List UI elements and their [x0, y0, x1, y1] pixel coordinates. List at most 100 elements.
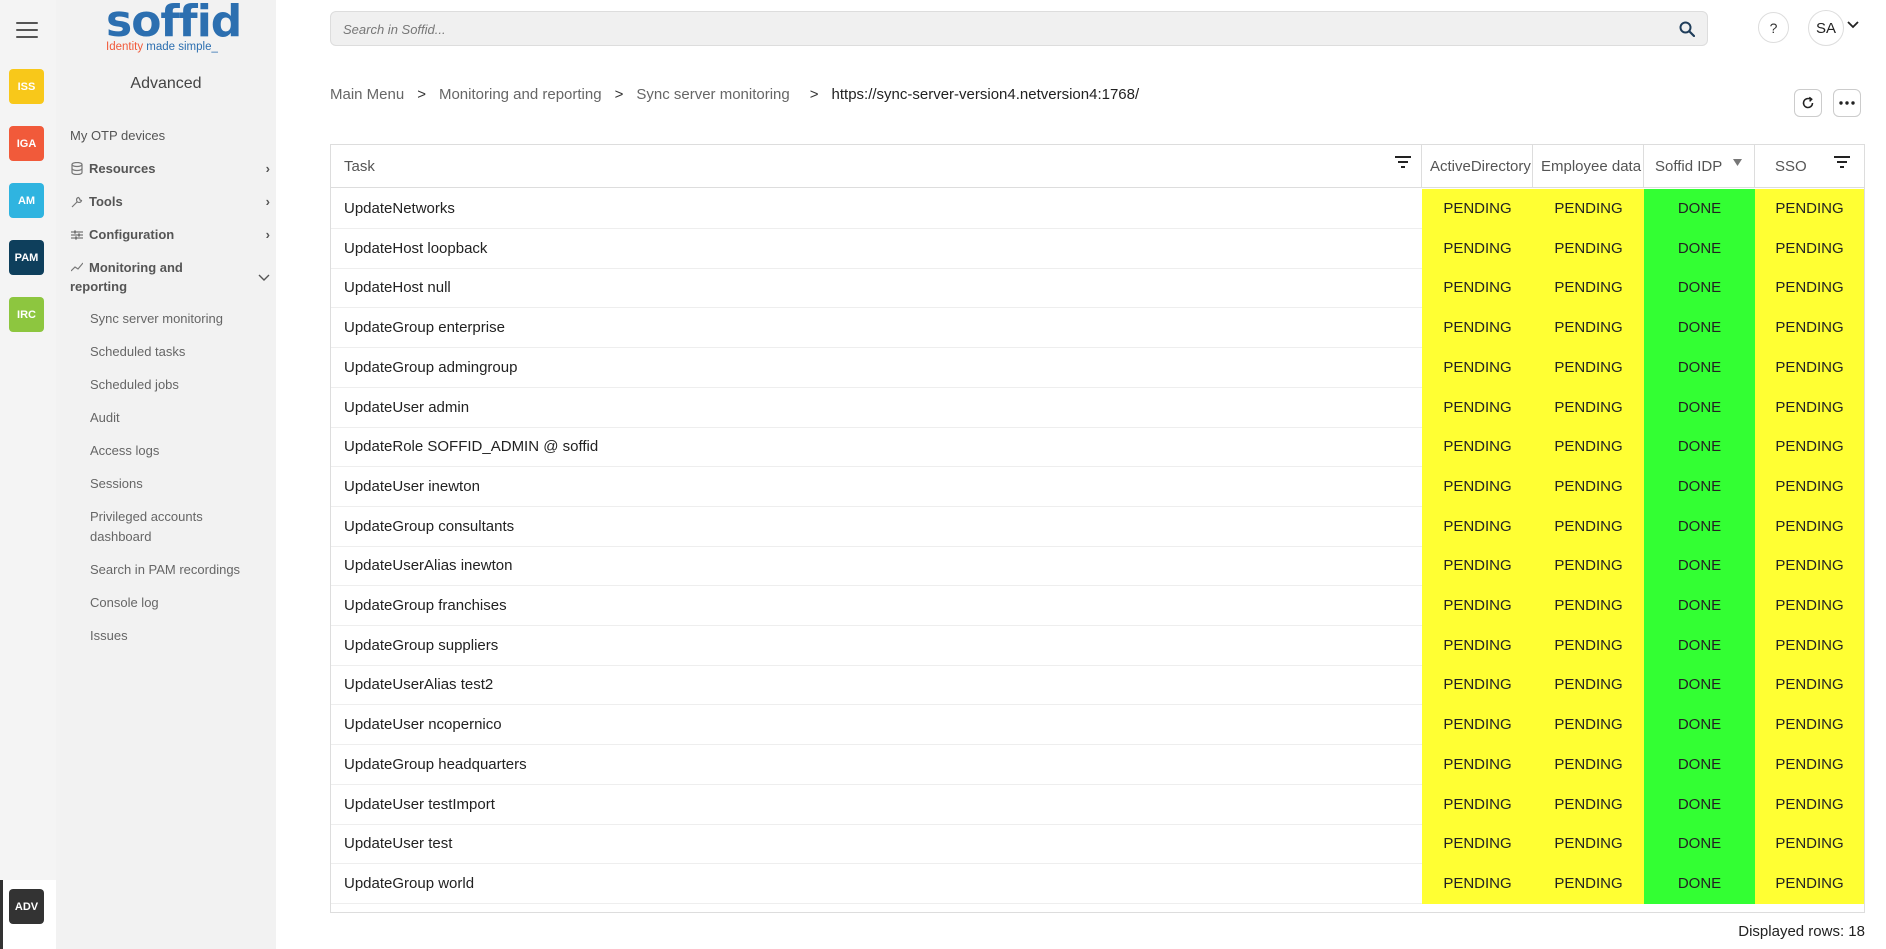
sidebar-subitem-access-logs[interactable]: Access logs	[90, 441, 260, 461]
status-cell: DONE	[1644, 625, 1755, 666]
table-row[interactable]: UpdateUser test PENDING PENDING DONE PENDING	[331, 824, 1864, 865]
sidebar-subitem-issues[interactable]: Issues	[90, 626, 260, 646]
sidebar-item-label: Monitoring and reporting	[70, 260, 183, 294]
sidebar-item-label: My OTP devices	[70, 128, 166, 143]
breadcrumb-separator: >	[809, 86, 819, 103]
status-cell: PENDING	[1755, 427, 1864, 468]
table-row[interactable]: UpdateGroup admingroup PENDING PENDING DONE…	[331, 347, 1864, 388]
breadcrumb-monitoring[interactable]: Monitoring and reporting	[439, 86, 602, 103]
more-options-button[interactable]	[1833, 89, 1861, 117]
table-row[interactable]: UpdateUserAlias test2 PENDING PENDING DONE P…	[331, 665, 1864, 706]
user-avatar[interactable]: SA	[1808, 10, 1844, 46]
status-cell: DONE	[1644, 665, 1755, 706]
status-cell: PENDING	[1533, 427, 1644, 468]
status-cell: PENDING	[1422, 228, 1533, 269]
status-cell: DONE	[1644, 784, 1755, 825]
sort-desc-icon[interactable]	[1733, 159, 1742, 166]
breadcrumb-sync-server-monitoring[interactable]: Sync server monitoring	[636, 86, 789, 103]
task-cell: UpdateUserAlias test2	[344, 676, 494, 694]
sidebar-item-label: Resources	[89, 161, 156, 176]
status-cell: PENDING	[1533, 268, 1644, 309]
sidebar-item-monitoring[interactable]: Monitoring and reporting	[70, 258, 270, 296]
status-cell: PENDING	[1533, 863, 1644, 904]
sidebar-item-otp-devices[interactable]: My OTP devices	[70, 126, 270, 145]
column-header-employee-data[interactable]: Employee data	[1533, 145, 1644, 188]
search-icon[interactable]	[1679, 21, 1695, 37]
sidebar-subitem-scheduled-tasks[interactable]: Scheduled tasks	[90, 342, 260, 362]
status-cell: PENDING	[1755, 625, 1864, 666]
soffid-logo[interactable]: soffid Identity made simple_	[106, 0, 242, 56]
table-row[interactable]: UpdateUserAlias inewton PENDING PENDING DON…	[331, 546, 1864, 587]
status-cell: PENDING	[1755, 705, 1864, 746]
status-cell: PENDING	[1422, 665, 1533, 706]
sidebar-subitem-sync-server[interactable]: Sync server monitoring	[90, 309, 260, 329]
task-cell: UpdateGroup franchises	[344, 597, 507, 614]
table-row[interactable]: UpdateGroup world PENDING PENDING DONE PENDI…	[331, 863, 1864, 904]
table-row[interactable]: UpdateGroup enterprise PENDING PENDING DONE…	[331, 308, 1864, 349]
sidebar-item-configuration[interactable]: Configuration ›	[70, 225, 270, 244]
app-am-button[interactable]: AM	[9, 183, 44, 218]
chevron-right-icon: ›	[265, 227, 270, 242]
table-row[interactable]: UpdateUser inewton PENDING PENDING DONE PEND…	[331, 466, 1864, 507]
app-iss-button[interactable]: ISS	[9, 69, 44, 104]
status-cell: DONE	[1644, 863, 1755, 904]
column-header-task[interactable]: Task	[331, 145, 1422, 188]
breadcrumb-separator: >	[614, 86, 624, 103]
status-cell: PENDING	[1422, 784, 1533, 825]
sidebar-item-resources[interactable]: Resources ›	[70, 159, 270, 178]
status-cell: DONE	[1644, 308, 1755, 349]
column-header-label: Task	[344, 158, 375, 175]
sliders-icon	[70, 228, 84, 242]
table-row[interactable]: UpdateGroup consultants PENDING PENDING DON…	[331, 506, 1864, 547]
chevron-down-icon[interactable]	[1846, 18, 1860, 32]
filter-icon[interactable]	[1395, 156, 1411, 168]
chevron-right-icon: ›	[265, 194, 270, 209]
table-row[interactable]: UpdateGroup franchises PENDING PENDING DONE…	[331, 586, 1864, 626]
status-cell: PENDING	[1755, 387, 1864, 428]
table-row[interactable]: UpdateHost null PENDING PENDING DONE PENDING	[331, 268, 1864, 309]
column-header-activedirectory[interactable]: ActiveDirectory	[1422, 145, 1533, 188]
sidebar-item-tools[interactable]: Tools ›	[70, 192, 270, 211]
table-row[interactable]: UpdateRole SOFFID_ADMIN @ soffid PENDING P…	[331, 427, 1864, 468]
status-cell: PENDING	[1755, 665, 1864, 706]
sidebar-subitem-audit[interactable]: Audit	[90, 408, 260, 428]
status-cell: PENDING	[1422, 625, 1533, 666]
status-cell: PENDING	[1422, 546, 1533, 587]
table-row[interactable]: UpdateGroup headquarters PENDING PENDING DO…	[331, 744, 1864, 785]
table-row[interactable]: UpdateGroup suppliers PENDING PENDING DONE P…	[331, 625, 1864, 666]
status-cell: DONE	[1644, 268, 1755, 309]
task-cell: UpdateGroup admingroup	[344, 358, 518, 376]
sidebar-subitem-privileged-dashboard[interactable]: Privileged accounts dashboard	[90, 507, 240, 547]
help-button[interactable]: ?	[1758, 12, 1789, 43]
grid-header: Task ActiveDirectory Employee data Soffi…	[331, 145, 1864, 188]
table-row[interactable]: UpdateHost loopback PENDING PENDING DONE PEN…	[331, 228, 1864, 269]
table-row[interactable]: UpdateUser testImport PENDING PENDING DONE P…	[331, 784, 1864, 825]
column-header-sso[interactable]: SSO	[1755, 145, 1864, 188]
sidebar-subitem-sessions[interactable]: Sessions	[90, 474, 260, 494]
sidebar-title: Advanced	[130, 75, 202, 92]
logo-wordmark: soffid	[106, 0, 242, 47]
hamburger-menu-icon[interactable]	[16, 22, 38, 38]
app-adv-button[interactable]: ADV	[9, 889, 44, 924]
app-pam-button[interactable]: PAM	[9, 240, 44, 275]
table-row[interactable]: UpdateNetworks PENDING PENDING DONE PENDING	[331, 189, 1864, 229]
sidebar-subitem-console-log[interactable]: Console log	[90, 593, 260, 613]
app-irc-button[interactable]: IRC	[9, 297, 44, 332]
table-row[interactable]: UpdateUser admin PENDING PENDING DONE PENDIN…	[331, 387, 1864, 428]
breadcrumb-main-menu[interactable]: Main Menu	[330, 86, 404, 103]
status-cell: PENDING	[1533, 228, 1644, 269]
status-cell: PENDING	[1755, 506, 1864, 547]
filter-icon[interactable]	[1834, 156, 1850, 168]
logo-tagline-a: Identity	[106, 41, 144, 53]
status-cell: DONE	[1644, 586, 1755, 626]
status-cell: PENDING	[1755, 784, 1864, 825]
status-cell: PENDING	[1755, 744, 1864, 785]
search-input[interactable]	[343, 19, 1663, 39]
app-iga-button[interactable]: IGA	[9, 126, 44, 161]
table-row[interactable]: UpdateUser ncopernico PENDING PENDING DONE P…	[331, 705, 1864, 746]
wrench-icon	[70, 195, 84, 209]
sidebar-subitem-pam-recordings[interactable]: Search in PAM recordings	[90, 560, 260, 580]
column-header-soffid-idp[interactable]: Soffid IDP	[1644, 145, 1755, 188]
sidebar-subitem-scheduled-jobs[interactable]: Scheduled jobs	[90, 375, 260, 395]
refresh-button[interactable]	[1794, 89, 1822, 117]
